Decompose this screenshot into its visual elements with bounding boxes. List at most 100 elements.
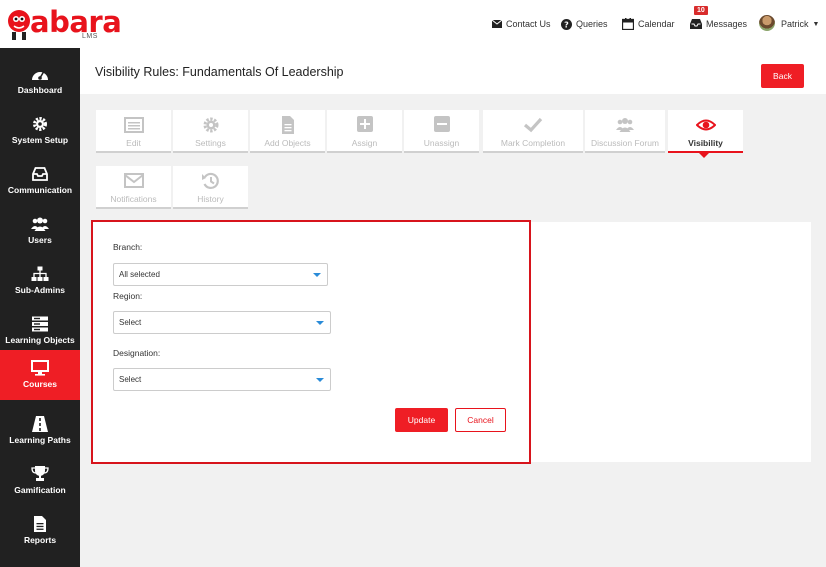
users-icon [616,118,634,132]
update-button[interactable]: Update [395,408,448,432]
sidebar-item-dashboard[interactable]: Dashboard [0,56,80,106]
minus-icon [434,116,450,132]
cancel-button[interactable]: Cancel [455,408,506,432]
sidebar: Dashboard System Setup Communication Use… [0,48,80,567]
sidebar-item-communication[interactable]: Communication [0,156,80,206]
users-icon [31,217,49,231]
tab-label: Settings [195,138,226,148]
designation-select[interactable]: Select [113,368,331,391]
question-icon: ? [561,18,572,30]
page-title: Visibility Rules: Fundamentals Of Leader… [95,65,344,79]
tab-label: Add Objects [264,138,311,148]
tab-mark-completion[interactable]: Mark Completion [483,110,583,153]
sidebar-item-label: Dashboard [17,85,63,95]
contact-us-link[interactable]: Contact Us [492,0,551,48]
sidebar-item-label: Learning Paths [9,435,71,445]
tab-label: Assign [351,138,378,148]
plus-icon [357,116,373,132]
region-label: Region: [113,291,143,301]
tab-label: Edit [126,138,141,148]
tab-underline [173,207,248,209]
inbox-icon [690,19,702,29]
calendar-link[interactable]: Calendar [622,0,675,48]
history-icon [202,172,219,189]
calendar-icon [622,18,634,30]
tab-label: Notifications [110,194,157,204]
tab-notifications[interactable]: Notifications [96,166,171,209]
tab-underline [585,151,665,153]
dropdown-arrow-icon [313,273,321,277]
branch-select[interactable]: All selected [113,263,328,286]
queries-label: Queries [576,19,608,29]
inbox-icon [32,167,48,181]
sidebar-item-courses[interactable]: Courses [0,350,80,400]
eye-icon [696,119,716,131]
tab-settings[interactable]: Settings [173,110,248,153]
envelope-icon [124,173,144,188]
branch-select-value: All selected [119,270,160,279]
tab-label: Visibility [688,138,723,148]
sidebar-item-reports[interactable]: Reports [0,506,80,556]
tab-history[interactable]: History [173,166,248,209]
tab-visibility[interactable]: Visibility [668,110,743,158]
trophy-icon [31,466,49,481]
sitemap-icon [31,266,49,281]
branch-label: Branch: [113,242,143,252]
caret-down-icon: ▼ [812,20,820,28]
sidebar-item-system-setup[interactable]: System Setup [0,106,80,156]
tab-underline [173,151,248,153]
brand-logo[interactable]: abara LMS [4,3,122,45]
user-name: Patrick [781,19,809,29]
sidebar-item-label: Courses [22,379,57,389]
avatar[interactable] [759,15,775,31]
sidebar-item-label: Reports [23,535,57,545]
sidebar-item-learning-objects[interactable]: Learning Objects [0,306,80,356]
road-icon [32,416,48,432]
top-bar: abara LMS Contact Us ? Queries Calendar … [0,0,826,48]
tab-underline [327,151,402,153]
queries-link[interactable]: ? Queries [561,0,608,48]
designation-label: Designation: [113,348,161,358]
mascot-icon [8,10,30,40]
tab-underline [250,151,325,153]
user-menu[interactable]: Patrick ▼ [781,0,819,48]
region-select-value: Select [119,318,142,327]
tab-label: Unassign [423,138,460,148]
monitor-icon [31,360,49,376]
contact-us-label: Contact Us [506,19,551,29]
sidebar-item-users[interactable]: Users [0,206,80,256]
list-icon [124,117,144,133]
sidebar-item-sub-admins[interactable]: Sub-Admins [0,256,80,306]
check-icon [523,117,543,133]
tab-label: Mark Completion [500,138,566,148]
messages-count-badge: 10 [694,6,708,15]
svg-text:?: ? [564,20,569,29]
envelope-icon [492,20,502,28]
page-header: Visibility Rules: Fundamentals Of Leader… [80,48,826,94]
tab-underline [483,151,583,153]
sidebar-item-learning-paths[interactable]: Learning Paths [0,406,80,456]
region-select[interactable]: Select [113,311,331,334]
brand-sub: LMS [82,33,98,40]
sidebar-item-label: Users [28,235,52,245]
file-icon [34,516,46,532]
tab-assign[interactable]: Assign [327,110,402,153]
sidebar-item-label: Sub-Admins [14,285,66,295]
file-icon [282,116,294,134]
sidebar-item-gamification[interactable]: Gamification [0,456,80,506]
designation-select-value: Select [119,375,142,384]
dashboard-icon [32,71,48,80]
sidebar-item-label: System Setup [11,135,69,145]
tab-edit[interactable]: Edit [96,110,171,153]
tab-label: History [197,194,224,204]
tab-discussion-forum[interactable]: Discussion Forum [585,110,665,153]
tab-unassign[interactable]: Unassign [404,110,479,153]
tab-add-objects[interactable]: Add Objects [250,110,325,153]
server-icon [32,316,48,332]
dropdown-arrow-icon [316,378,324,382]
calendar-label: Calendar [638,19,675,29]
back-button[interactable]: Back [761,64,804,88]
active-tab-caret [699,153,709,158]
messages-label: Messages [706,19,748,29]
tab-label: Discussion Forum [590,138,660,148]
